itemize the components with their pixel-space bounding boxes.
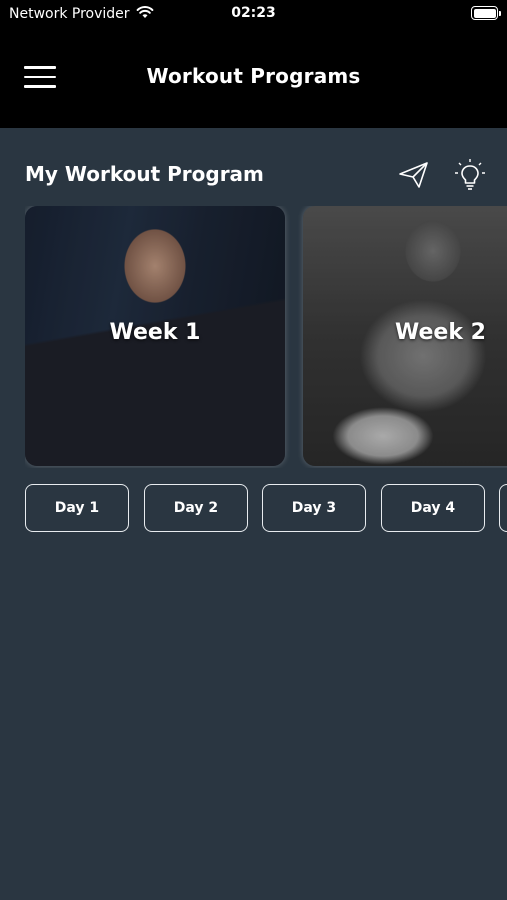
- week-label: Week 2: [395, 320, 486, 345]
- battery-icon: [471, 6, 501, 20]
- status-left: Network Provider: [9, 5, 154, 23]
- day-button[interactable]: Day 1: [25, 484, 129, 532]
- page-title: Workout Programs: [146, 64, 361, 88]
- battery-fill: [473, 8, 496, 18]
- section-header: My Workout Program: [25, 158, 485, 192]
- section-title: My Workout Program: [25, 162, 264, 186]
- week-label: Week 1: [109, 320, 201, 345]
- day-button[interactable]: Day 4: [381, 484, 485, 532]
- week-card[interactable]: Week 2: [303, 206, 507, 466]
- weeks-carousel[interactable]: Week 1 Week 2: [25, 206, 507, 468]
- paper-plane-icon[interactable]: [397, 158, 431, 192]
- day-button[interactable]: [499, 484, 507, 532]
- carrier-label: Network Provider: [9, 6, 130, 22]
- wifi-icon: [136, 5, 154, 23]
- day-button[interactable]: Day 2: [144, 484, 248, 532]
- lightbulb-icon[interactable]: [453, 158, 487, 192]
- app-header: Workout Programs: [0, 30, 507, 128]
- status-bar: Network Provider 02:23: [0, 0, 507, 30]
- day-button[interactable]: Day 3: [262, 484, 366, 532]
- days-scroller[interactable]: Day 1 Day 2 Day 3 Day 4: [25, 484, 507, 534]
- week-card[interactable]: Week 1: [25, 206, 285, 466]
